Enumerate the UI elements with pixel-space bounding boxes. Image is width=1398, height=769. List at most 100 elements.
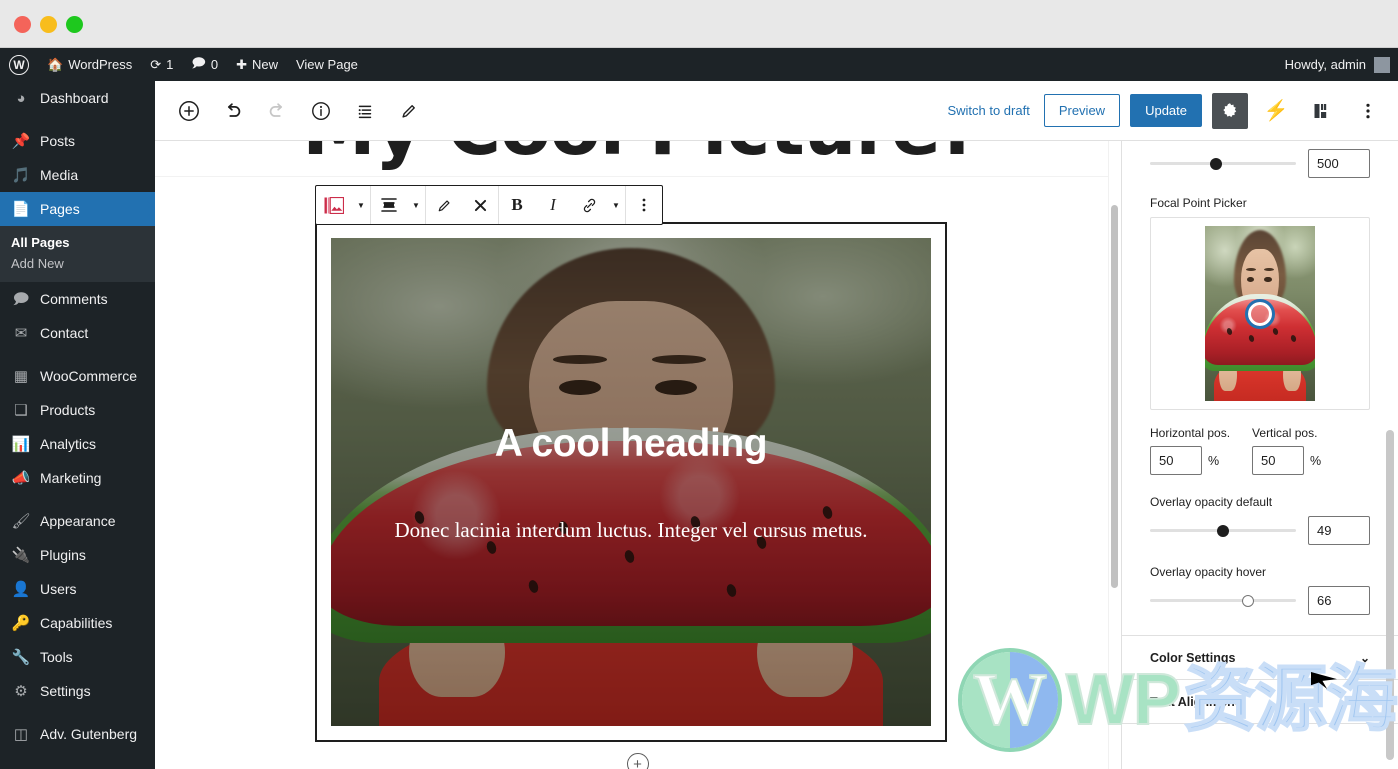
link-icon[interactable] bbox=[571, 186, 607, 224]
overlay-opacity-hover-input[interactable] bbox=[1308, 586, 1370, 615]
sidebar-item-pages[interactable]: 📄 Pages bbox=[0, 192, 155, 226]
sidebar-scrollbar-thumb[interactable] bbox=[1386, 430, 1394, 760]
admin-bar-new-content[interactable]: ✚ New bbox=[227, 48, 287, 81]
sidebar-item-contact[interactable]: ✉ Contact bbox=[0, 316, 155, 350]
pencil-icon[interactable] bbox=[426, 186, 462, 224]
circle-plus-icon[interactable]: + bbox=[626, 753, 649, 769]
vertical-pos-label: Vertical pos. bbox=[1252, 426, 1318, 440]
align-chevron-down-icon[interactable]: ▼ bbox=[407, 186, 425, 224]
cover-heading[interactable]: A cool heading bbox=[495, 422, 768, 466]
focal-point-marker-icon[interactable] bbox=[1245, 298, 1275, 329]
sidebar-item-analytics[interactable]: 📊 Analytics bbox=[0, 427, 155, 461]
plus-icon: ✚ bbox=[236, 56, 247, 72]
list-view-button[interactable] bbox=[347, 93, 383, 129]
bold-button[interactable]: B bbox=[499, 186, 535, 224]
redo-button[interactable] bbox=[259, 93, 295, 129]
editor-canvas: My Cool Picture! ▼ ▼ bbox=[155, 141, 1120, 769]
comment-bubble-icon: 🗩 bbox=[12, 290, 30, 308]
settings-toggle-button[interactable] bbox=[1212, 92, 1248, 129]
preview-button[interactable]: Preview bbox=[1043, 94, 1121, 127]
overlay-opacity-default-slider[interactable] bbox=[1150, 522, 1296, 540]
cover-block-inner: A cool heading Donec lacinia interdum lu… bbox=[331, 238, 931, 726]
sidebar-item-posts[interactable]: 📌 Posts bbox=[0, 124, 155, 158]
cover-block-icon[interactable] bbox=[316, 186, 352, 224]
vertical-ellipsis-icon[interactable] bbox=[626, 186, 662, 224]
slider-knob[interactable] bbox=[1209, 157, 1222, 170]
sidebar-item-users[interactable]: 👤 Users bbox=[0, 572, 155, 606]
admin-bar-site-name[interactable]: 🏠 WordPress bbox=[38, 48, 141, 81]
sidebar-item-label: Users bbox=[40, 581, 77, 597]
admin-sidebar-menu: ◕ Dashboard 📌 Posts 🎵 Media 📄 Pages All … bbox=[0, 81, 155, 769]
sidebar-item-comments[interactable]: 🗩 Comments bbox=[0, 282, 155, 316]
min-height-slider[interactable] bbox=[1150, 155, 1296, 173]
jetpack-button[interactable]: ⚡ bbox=[1258, 93, 1294, 129]
comments-count: 0 bbox=[210, 57, 219, 72]
horizontal-pos-label: Horizontal pos. bbox=[1150, 426, 1231, 440]
update-button[interactable]: Update bbox=[1130, 94, 1202, 127]
italic-button[interactable]: I bbox=[535, 186, 571, 224]
plug-icon: 🔌 bbox=[11, 546, 31, 564]
key-icon: 🔑 bbox=[11, 614, 31, 632]
admin-bar-wp-logo[interactable]: W bbox=[0, 48, 38, 81]
toolbar-group-align: ▼ bbox=[371, 186, 426, 224]
admin-bar-account[interactable]: Howdy, admin bbox=[1285, 56, 1398, 73]
block-toolbar: ▼ ▼ B I ▼ bbox=[315, 185, 663, 225]
sidebar-item-settings[interactable]: ⚙ Settings bbox=[0, 674, 155, 708]
sidebar-item-add-new-page[interactable]: Add New bbox=[0, 253, 155, 274]
focal-point-label: Focal Point Picker bbox=[1150, 196, 1247, 210]
min-height-input[interactable] bbox=[1308, 149, 1370, 178]
focal-point-image[interactable] bbox=[1205, 226, 1315, 401]
slider-knob[interactable] bbox=[1217, 524, 1230, 537]
overlay-opacity-hover-slider[interactable] bbox=[1150, 592, 1296, 610]
panel-color-settings[interactable]: Color Settings ⌄ bbox=[1122, 636, 1398, 680]
block-appender[interactable]: + bbox=[155, 753, 1120, 769]
sidebar-item-all-pages[interactable]: All Pages bbox=[0, 232, 155, 253]
cover-block[interactable]: A cool heading Donec lacinia interdum lu… bbox=[315, 222, 947, 742]
minimize-window-button[interactable] bbox=[40, 16, 57, 33]
sidebar-item-label: Analytics bbox=[40, 436, 97, 452]
overlay-opacity-default-control: Overlay opacity default bbox=[1150, 495, 1370, 545]
more-options-button[interactable] bbox=[1350, 93, 1386, 129]
site-name-label: WordPress bbox=[68, 57, 133, 72]
close-window-button[interactable] bbox=[14, 16, 31, 33]
window-titlebar bbox=[0, 0, 1398, 48]
overlay-opacity-default-input[interactable] bbox=[1308, 516, 1370, 545]
sidebar-item-tools[interactable]: 🔧 Tools bbox=[0, 640, 155, 674]
panel-text-alignment[interactable]: Text Alignment ⌄ bbox=[1122, 680, 1398, 724]
align-center-icon[interactable] bbox=[371, 186, 407, 224]
menu-separator bbox=[0, 115, 155, 124]
admin-bar-comments[interactable]: 🗩 0 bbox=[182, 48, 227, 81]
slider-knob[interactable] bbox=[1241, 594, 1254, 607]
bar-chart-icon: 📊 bbox=[11, 435, 31, 453]
undo-button[interactable] bbox=[215, 93, 251, 129]
edit-mode-button[interactable] bbox=[391, 93, 427, 129]
details-button[interactable] bbox=[303, 93, 339, 129]
overlay-opacity-default-label: Overlay opacity default bbox=[1150, 495, 1273, 509]
admin-bar-view-page[interactable]: View Page bbox=[287, 48, 367, 81]
switch-to-draft-button[interactable]: Switch to draft bbox=[943, 97, 1033, 124]
chevron-down-icon: ⌄ bbox=[1359, 694, 1370, 709]
sidebar-item-appearance[interactable]: 🖌 Appearance bbox=[0, 504, 155, 538]
sidebar-item-marketing[interactable]: 📣 Marketing bbox=[0, 461, 155, 495]
sidebar-item-products[interactable]: ❑ Products bbox=[0, 393, 155, 427]
page-title[interactable]: My Cool Picture! bbox=[155, 141, 1120, 170]
block-type-chevron-down-icon[interactable]: ▼ bbox=[352, 186, 370, 224]
add-block-button[interactable] bbox=[171, 93, 207, 129]
sidebar-item-capabilities[interactable]: 🔑 Capabilities bbox=[0, 606, 155, 640]
sidebar-item-media[interactable]: 🎵 Media bbox=[0, 158, 155, 192]
x-icon[interactable] bbox=[462, 186, 498, 224]
cover-paragraph[interactable]: Donec lacinia interdum luctus. Integer v… bbox=[395, 518, 868, 543]
more-formats-chevron-down-icon[interactable]: ▼ bbox=[607, 186, 625, 224]
sidebar-item-adv-gutenberg[interactable]: ◫ Adv. Gutenberg bbox=[0, 717, 155, 751]
canvas-scrollbar-thumb[interactable] bbox=[1111, 205, 1118, 588]
sidebar-item-plugins[interactable]: 🔌 Plugins bbox=[0, 538, 155, 572]
vertical-pos-input[interactable] bbox=[1252, 446, 1305, 475]
maximize-window-button[interactable] bbox=[66, 16, 83, 33]
focal-point-frame[interactable] bbox=[1150, 217, 1370, 410]
admin-bar-updates[interactable]: ⟳ 1 bbox=[141, 48, 182, 81]
horizontal-pos-input[interactable] bbox=[1150, 446, 1202, 475]
sidebar-item-woocommerce[interactable]: ▦ WooCommerce bbox=[0, 359, 155, 393]
vertical-pos-unit: % bbox=[1310, 453, 1322, 468]
sidebar-item-dashboard[interactable]: ◕ Dashboard bbox=[0, 81, 155, 115]
block-directory-button[interactable] bbox=[1304, 93, 1340, 129]
